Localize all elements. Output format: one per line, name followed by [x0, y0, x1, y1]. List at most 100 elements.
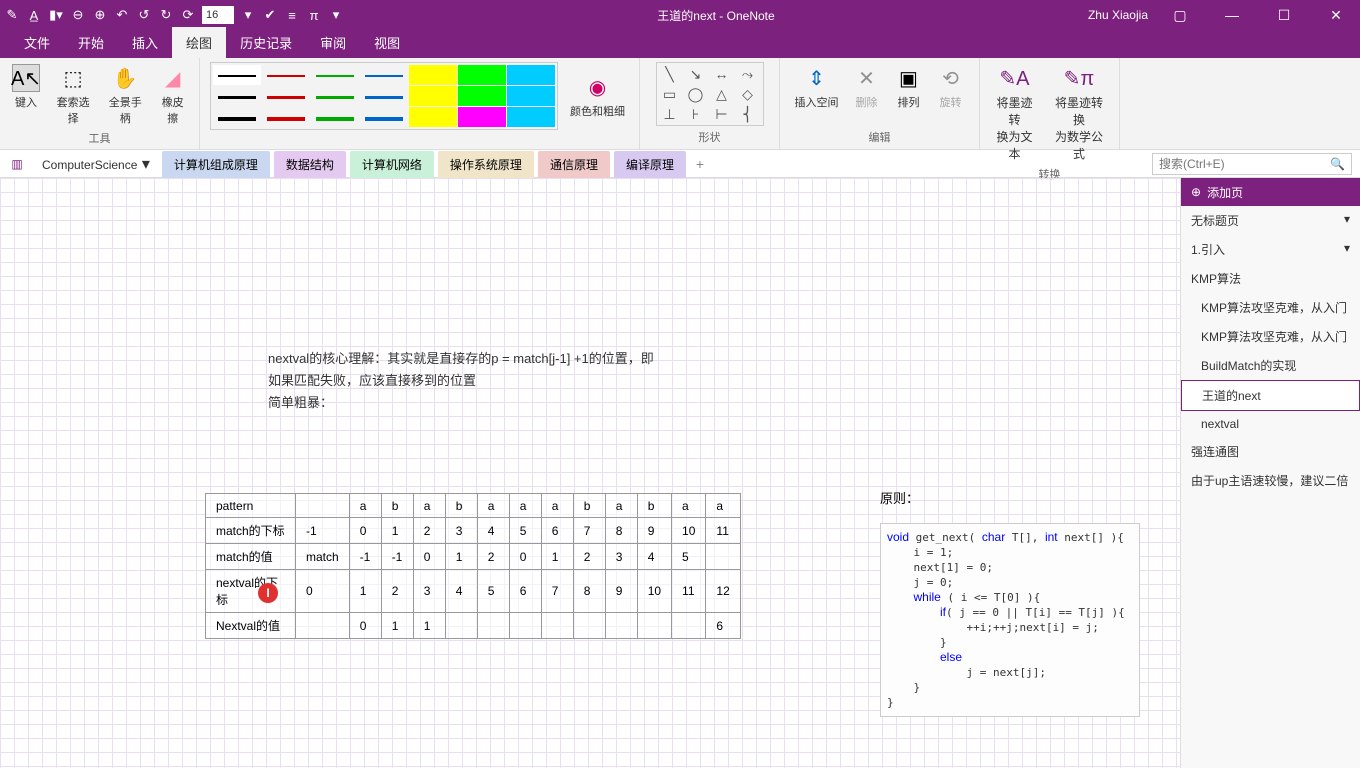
table-cell[interactable]: 11 — [672, 570, 706, 613]
table-cell[interactable]: b — [445, 494, 477, 518]
menu-draw[interactable]: 绘图 — [172, 27, 226, 58]
table-cell[interactable]: 1 — [541, 544, 573, 570]
table-cell[interactable]: a — [541, 494, 573, 518]
page-item[interactable]: 无标题页▾ — [1181, 206, 1360, 235]
lasso-button[interactable]: ⬚套索选择 — [50, 62, 96, 128]
search-box[interactable]: 🔍 — [1152, 153, 1352, 175]
table-cell[interactable]: b — [637, 494, 671, 518]
table-cell[interactable]: a — [706, 494, 740, 518]
page-item[interactable]: KMP算法攻坚克难，从入门 — [1181, 293, 1360, 322]
table-cell[interactable]: b — [573, 494, 605, 518]
section-tab-0[interactable]: 计算机组成原理 — [162, 151, 270, 178]
note-text[interactable]: nextval的核心理解：其实就是直接存的p = match[j-1] +1的位… — [268, 348, 828, 414]
table-cell[interactable] — [605, 613, 637, 639]
table-cell[interactable]: a — [672, 494, 706, 518]
section-tab-1[interactable]: 数据结构 — [274, 151, 346, 178]
tri-shape[interactable]: △ — [711, 85, 733, 103]
table-cell[interactable]: 1 — [349, 570, 381, 613]
rect-shape[interactable]: ▭ — [659, 85, 681, 103]
undo-icon[interactable]: ↺ — [136, 7, 152, 23]
table-cell[interactable]: 9 — [605, 570, 637, 613]
close-button[interactable]: ✕ — [1316, 0, 1356, 30]
table-cell[interactable]: match的值 — [206, 544, 296, 570]
back-icon[interactable]: ↶ — [114, 7, 130, 23]
user-name[interactable]: Zhu Xiaojia — [1088, 8, 1148, 22]
page-item[interactable]: 由于up主语速较慢，建议二倍 — [1181, 466, 1360, 495]
table-cell[interactable]: 0 — [413, 544, 445, 570]
redo-icon[interactable]: ↻ — [158, 7, 174, 23]
search-input[interactable] — [1159, 157, 1330, 171]
table-cell[interactable] — [672, 613, 706, 639]
type-button[interactable]: A↖键入 — [8, 62, 44, 112]
font-size-input[interactable] — [202, 6, 234, 24]
table-cell[interactable]: pattern — [206, 494, 296, 518]
axis-shape[interactable]: ⊥ — [659, 105, 681, 123]
dropdown-icon[interactable]: ▾ — [240, 7, 256, 23]
rotate-button[interactable]: ⟲旋转 — [933, 62, 969, 112]
table-cell[interactable]: 0 — [509, 544, 541, 570]
pi-icon[interactable]: π — [306, 7, 322, 23]
more-icon[interactable]: ▾ — [328, 7, 344, 23]
list-icon[interactable]: ≡ — [284, 7, 300, 23]
line-shape[interactable]: ╲ — [659, 65, 681, 83]
table-cell[interactable]: 5 — [672, 544, 706, 570]
ink-to-math-button[interactable]: ✎π将墨迹转换为数学公式 — [1047, 62, 1111, 164]
table-cell[interactable]: 3 — [605, 544, 637, 570]
table-cell[interactable] — [573, 613, 605, 639]
table-cell[interactable] — [706, 544, 740, 570]
table-cell[interactable]: a — [605, 494, 637, 518]
section-tab-2[interactable]: 计算机网络 — [350, 151, 434, 178]
menu-view[interactable]: 视图 — [360, 27, 414, 58]
table-cell[interactable]: 1 — [413, 613, 445, 639]
table-cell[interactable]: 4 — [637, 544, 671, 570]
table-cell[interactable]: 5 — [477, 570, 509, 613]
insert-space-button[interactable]: ⇕插入空间 — [791, 62, 843, 112]
page-item[interactable]: 强连通图 — [1181, 437, 1360, 466]
page-item[interactable]: BuildMatch的实现 — [1181, 351, 1360, 380]
section-tab-4[interactable]: 通信原理 — [538, 151, 610, 178]
table-cell[interactable]: 1 — [381, 518, 413, 544]
table-cell[interactable]: Nextval的值 — [206, 613, 296, 639]
ink-to-text-button[interactable]: ✎A将墨迹转换为文本 — [988, 62, 1041, 164]
table-cell[interactable]: 0 — [349, 518, 381, 544]
table-cell[interactable]: 11 — [706, 518, 740, 544]
table-cell[interactable]: b — [381, 494, 413, 518]
table-cell[interactable]: match — [296, 544, 350, 570]
axis2-shape[interactable]: ⊦ — [685, 105, 707, 123]
zoom-out-icon[interactable]: ⊖ — [70, 7, 86, 23]
table-cell[interactable]: 8 — [573, 570, 605, 613]
page-item[interactable]: KMP算法 — [1181, 264, 1360, 293]
maximize-button[interactable]: ☐ — [1264, 0, 1304, 30]
table-cell[interactable] — [296, 494, 350, 518]
table-cell[interactable]: 2 — [477, 544, 509, 570]
code-block[interactable]: 原则： void get_next( char T[], int next[] … — [880, 488, 1140, 717]
table-cell[interactable]: 7 — [541, 570, 573, 613]
section-tab-5[interactable]: 编译原理 — [614, 151, 686, 178]
menu-review[interactable]: 审阅 — [306, 27, 360, 58]
table-cell[interactable]: 1 — [381, 613, 413, 639]
table-cell[interactable]: 9 — [637, 518, 671, 544]
page-item[interactable]: nextval — [1181, 411, 1360, 437]
table-cell[interactable]: a — [413, 494, 445, 518]
table-cell[interactable] — [445, 613, 477, 639]
table-cell[interactable]: -1 — [296, 518, 350, 544]
notebook-dropdown[interactable]: ComputerScience ▾ — [34, 154, 158, 174]
highlight-icon[interactable]: ▮▾ — [48, 7, 64, 23]
axis3-shape[interactable]: ⊢ — [711, 105, 733, 123]
table-cell[interactable]: 7 — [573, 518, 605, 544]
diamond-shape[interactable]: ◇ — [737, 85, 759, 103]
arrange-button[interactable]: ▣排列 — [891, 62, 927, 112]
table-cell[interactable]: 3 — [413, 570, 445, 613]
table-cell[interactable]: 8 — [605, 518, 637, 544]
curve-shape[interactable]: ⤳ — [737, 65, 759, 83]
table-cell[interactable]: 6 — [541, 518, 573, 544]
table-cell[interactable]: 4 — [477, 518, 509, 544]
brush-icon[interactable]: ✔ — [262, 7, 278, 23]
table-cell[interactable]: 10 — [672, 518, 706, 544]
table-cell[interactable]: 6 — [509, 570, 541, 613]
oval-shape[interactable]: ◯ — [685, 85, 707, 103]
menu-history[interactable]: 历史记录 — [226, 27, 306, 58]
table-cell[interactable] — [477, 613, 509, 639]
table-cell[interactable]: a — [477, 494, 509, 518]
table-cell[interactable]: 12 — [706, 570, 740, 613]
